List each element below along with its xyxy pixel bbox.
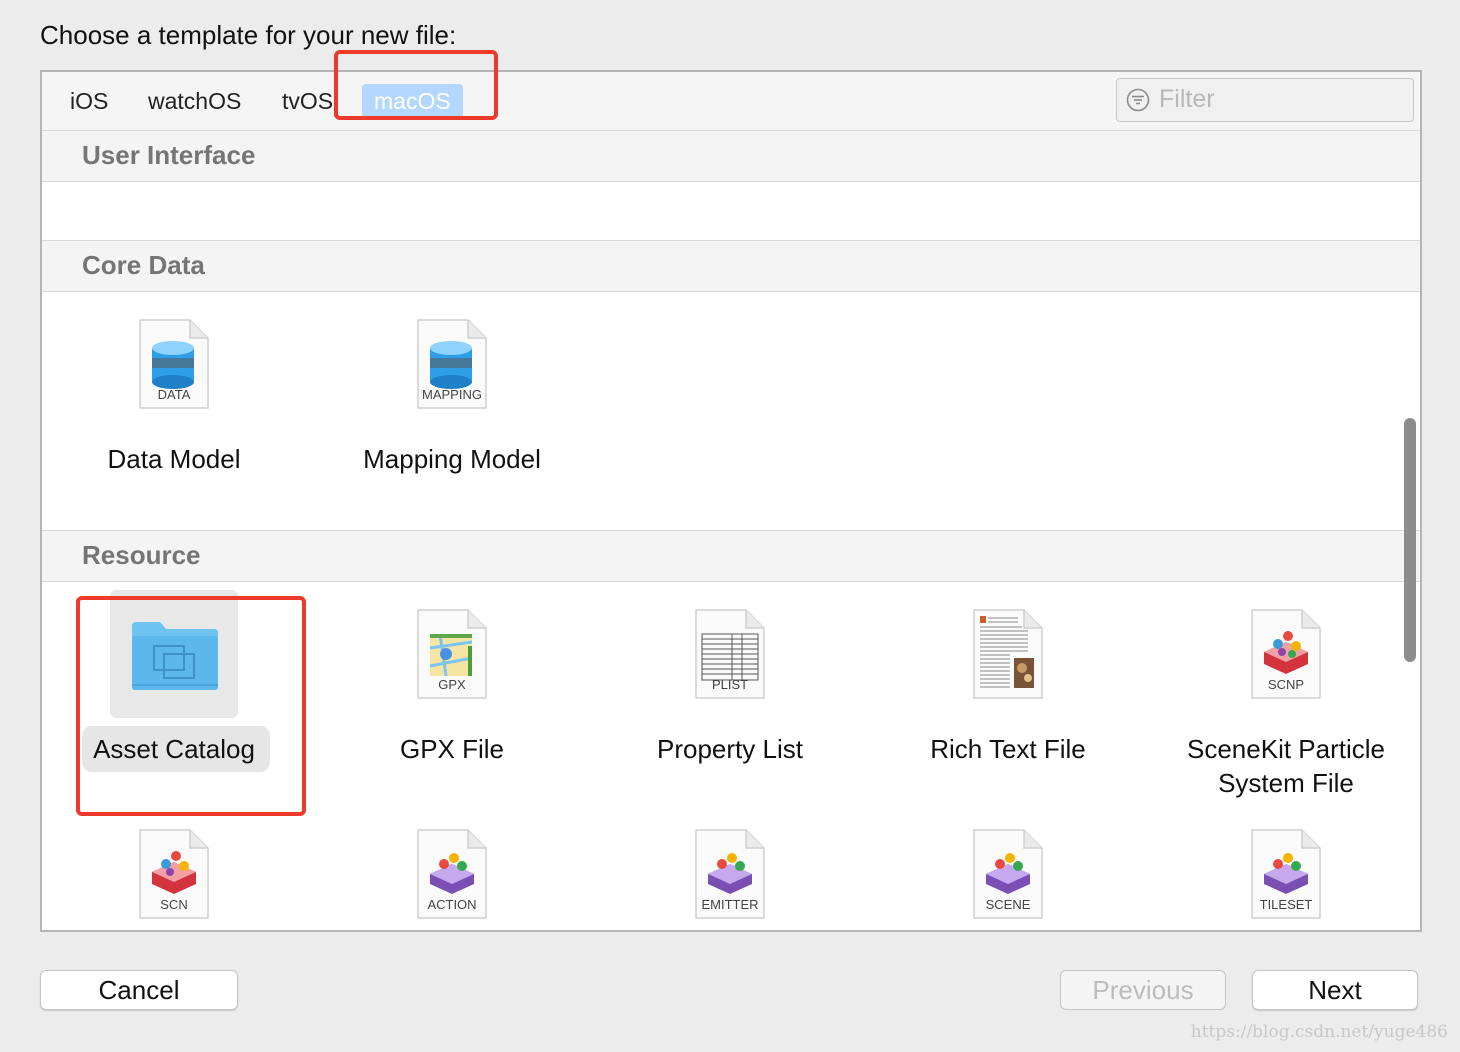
section-title: Core Data [82,250,205,280]
highlight-asset-catalog [76,596,306,816]
section-header-user-interface: User Interface [42,130,1420,182]
icon-label: MAPPING [422,387,482,402]
icon-label: SCENE [985,897,1031,912]
text-document-icon [972,608,1044,700]
map-document-icon: GPX [416,608,488,700]
previous-button[interactable]: Previous [1060,970,1226,1010]
icon-label: SCNP [1267,677,1305,692]
icon-label: EMITTER [701,897,759,912]
scenekit-document-icon: SCNP [1250,608,1322,700]
spritekit-document-icon: EMITTER [694,828,766,920]
spritekit-document-icon: TILESET [1250,828,1322,920]
spritekit-document-icon: SCENE [972,828,1044,920]
spritekit-document-icon: ACTION [416,828,488,920]
template-action[interactable]: ACTION [320,828,584,928]
database-document-icon: DATA [138,318,210,410]
icon-label: ACTION [427,897,477,912]
template-name: Rich Text File [930,734,1086,764]
template-rich-text-file[interactable]: Rich Text File [876,608,1140,788]
dialog-title: Choose a template for your new file: [40,20,457,50]
scenekit-document-icon: SCN [138,828,210,920]
template-scene[interactable]: SCENE [876,828,1140,928]
tab-ios[interactable]: iOS [58,84,120,118]
icon-label: TILESET [1259,897,1313,912]
template-scn[interactable]: SCN [42,828,306,928]
section-header-core-data: Core Data [42,240,1420,292]
section-header-resource: Resource [42,530,1420,582]
next-button[interactable]: Next [1252,970,1418,1010]
filter-field[interactable] [1116,78,1414,122]
template-emitter[interactable]: EMITTER [598,828,862,928]
platform-tab-bar: iOS watchOS tvOS macOS [42,72,1420,131]
template-data-model[interactable]: DATA Data Model [42,318,306,488]
watermark: https://blog.csdn.net/yuge486 [1190,1022,1448,1042]
template-mapping-model[interactable]: MAPPING Mapping Model [320,318,584,488]
template-gpx-file[interactable]: GPX GPX File [320,608,584,788]
icon-label: GPX [438,677,466,692]
section-title: User Interface [82,140,256,170]
template-name: Property List [657,734,803,764]
template-property-list[interactable]: PLIST Property List [598,608,862,788]
filter-icon [1126,88,1150,112]
icon-label: SCN [160,897,188,912]
template-name: Mapping Model [363,444,541,474]
icon-label: DATA [157,387,191,402]
template-name: GPX File [399,734,505,764]
template-tileset[interactable]: TILESET [1154,828,1418,928]
template-name: SceneKit Particle [1187,734,1385,764]
table-document-icon: PLIST [694,608,766,700]
template-name: Data Model [107,444,241,474]
template-scenekit-particle-system-file[interactable]: SCNP SceneKit Particle System File [1154,608,1418,808]
highlight-macos-tab [334,50,498,120]
database-document-icon: MAPPING [416,318,488,410]
icon-label: PLIST [711,677,749,692]
template-name-line2: System File [1218,768,1354,798]
vertical-scrollbar[interactable] [1404,418,1416,662]
cancel-button[interactable]: Cancel [40,970,238,1010]
section-title: Resource [82,540,201,570]
tab-watchos[interactable]: watchOS [136,84,253,118]
filter-input[interactable] [1159,82,1399,116]
